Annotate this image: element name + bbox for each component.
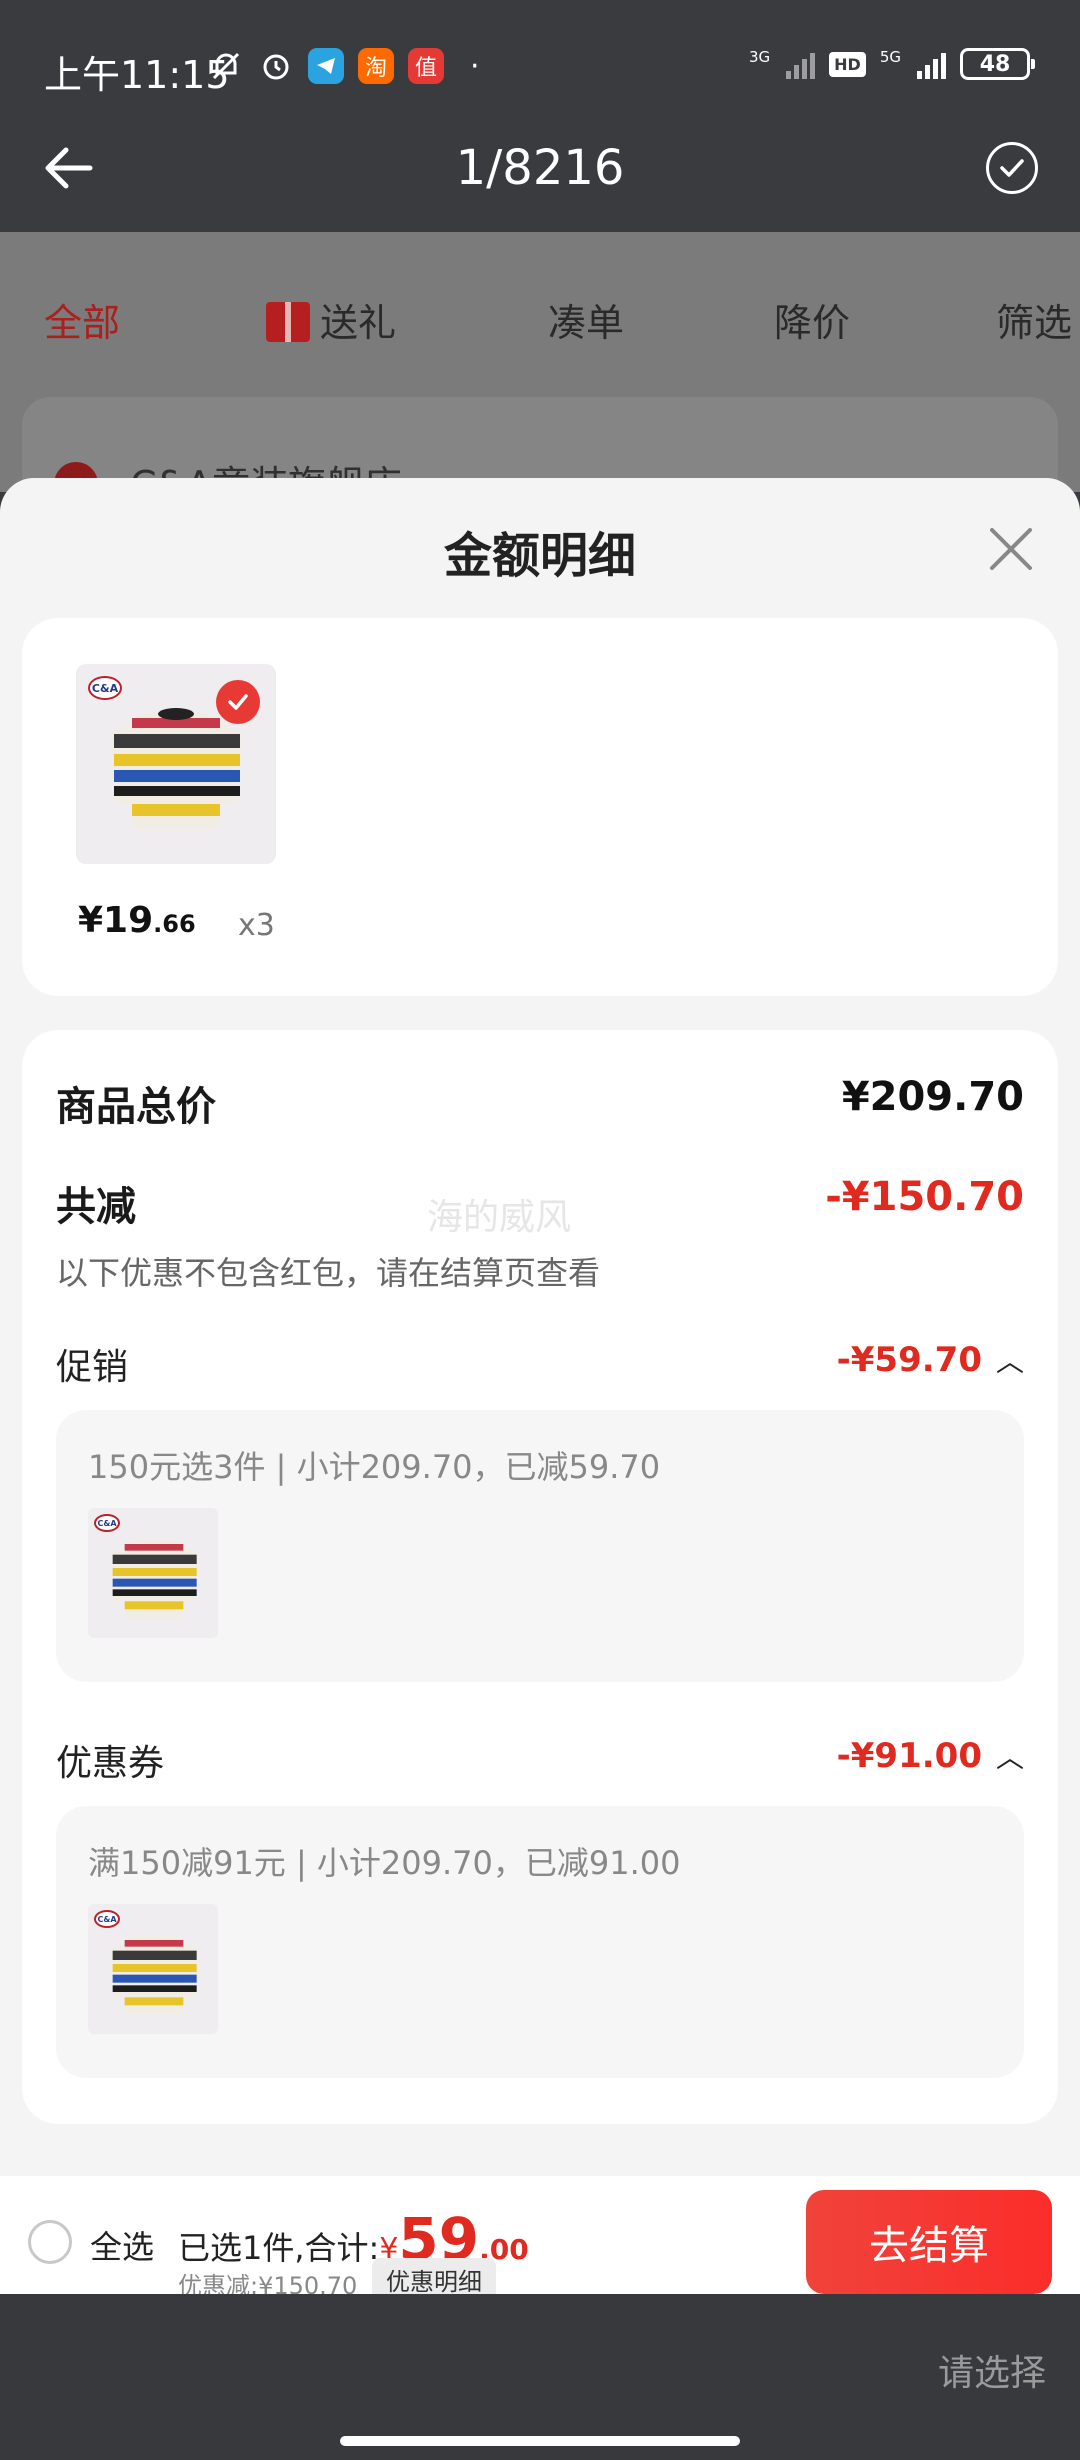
selected-text: 已选1件,合计:: [178, 2229, 380, 2267]
network-5g-label: 5G: [879, 48, 901, 66]
product-image[interactable]: C&A: [76, 664, 276, 864]
coupon-detail: 满150减91元 | 小计209.70，已减91.00: [88, 1844, 681, 1882]
sweater-image: [110, 1936, 198, 2015]
zhi-icon: 值: [408, 48, 444, 84]
promotion-label: 促销: [56, 1347, 129, 1388]
tab-bundle[interactable]: 凑单: [548, 292, 624, 347]
sheet-title: 金额明细: [443, 528, 636, 584]
select-hint[interactable]: 请选择: [938, 2344, 1046, 2396]
checkout-button[interactable]: 去结算: [806, 2190, 1052, 2294]
select-check-icon[interactable]: [986, 142, 1038, 194]
taobao-icon: 淘: [358, 48, 394, 84]
coupon-product-thumb[interactable]: C&A: [88, 1904, 218, 2034]
status-right: 3G HD 5G 48: [748, 48, 1035, 80]
close-icon[interactable]: [986, 524, 1036, 574]
watermark: 海的威风: [427, 1197, 572, 1238]
promotion-product-thumb[interactable]: C&A: [88, 1508, 218, 1638]
tab-gift[interactable]: 送礼: [266, 292, 396, 347]
background-page: 全部 送礼 凑单 降价 筛选 C&A童装旗舰店 ›: [0, 232, 1080, 492]
product-quantity: x3: [238, 908, 275, 943]
tab-gift-label: 送礼: [320, 301, 397, 345]
total-value: ¥209.70: [841, 1074, 1024, 1120]
price-summary-card: 商品总价 ¥209.70 海的威风 共减 -¥150.70 以下优惠不包含红包，…: [22, 1030, 1058, 2124]
sweater-image: [110, 1540, 198, 1619]
promotion-value: -¥59.70: [836, 1340, 982, 1380]
gift-icon: [266, 302, 310, 342]
tab-filter[interactable]: 筛选: [996, 292, 1072, 347]
coupon-label: 优惠券: [56, 1743, 165, 1784]
battery-level: 48: [979, 51, 1011, 77]
price-decimal: .66: [153, 910, 196, 938]
signal-icon: [917, 49, 946, 79]
brand-logo: C&A: [94, 1514, 120, 1532]
status-icons: 淘 值 ·: [208, 48, 480, 84]
signal-icon: [786, 49, 816, 79]
tab-all[interactable]: 全部: [44, 292, 120, 347]
reduce-label: 共减: [56, 1184, 136, 1230]
discount-note: 以下优惠不包含红包，请在结算页查看: [56, 1254, 601, 1292]
coupon-toggle[interactable]: -¥91.00 ︿: [837, 1736, 1024, 1776]
product-price: ¥19.66: [78, 900, 196, 941]
checkout-bar: 全选 已选1件,合计: ¥ 59 .00 优惠减:¥150.70 优惠明细 去结…: [0, 2176, 1080, 2300]
network-3g-label: 3G: [748, 48, 771, 66]
product-card: C&A ¥19.66 x3: [22, 618, 1058, 996]
page-title: 1/8216: [455, 140, 625, 196]
select-all-label[interactable]: 全选: [90, 2222, 154, 2268]
sweater-image: [110, 708, 242, 830]
nav-header: 1/8216: [0, 134, 1080, 232]
brand-logo: C&A: [88, 676, 122, 700]
more-dot-icon: ·: [470, 48, 480, 84]
brand-logo: C&A: [94, 1910, 120, 1928]
filter-tabs: 全部 送礼 凑单 降价 筛选: [0, 292, 1080, 352]
alarm-icon: [258, 48, 294, 84]
chevron-up-icon: ︿: [995, 1741, 1024, 1774]
coupon-detail-box: 满150减91元 | 小计209.70，已减91.00 C&A: [56, 1806, 1024, 2078]
mute-icon: [208, 48, 244, 84]
home-indicator[interactable]: [340, 2436, 740, 2446]
amount-detail-sheet: 金额明细 C&A ¥19.66 x3 商品总价 ¥209.70 海的威风 共减 …: [0, 478, 1080, 2296]
chevron-up-icon: ︿: [995, 1345, 1024, 1378]
promotion-toggle[interactable]: -¥59.70 ︿: [837, 1340, 1024, 1380]
tab-price-drop[interactable]: 降价: [774, 292, 850, 347]
status-time: 上午11:15: [44, 53, 230, 97]
total-label: 商品总价: [56, 1084, 216, 1130]
status-bar: 上午11:15 淘 值 · 3G HD 5G 48: [0, 0, 1080, 134]
selected-check-icon[interactable]: [216, 680, 260, 724]
hd-badge: HD: [829, 51, 866, 77]
telegram-icon: [308, 48, 344, 84]
battery-icon: 48: [960, 48, 1035, 80]
reduce-value: -¥150.70: [825, 1174, 1024, 1220]
select-all-radio[interactable]: [28, 2220, 72, 2264]
price-main: ¥19: [78, 900, 154, 941]
system-bar: 请选择: [0, 2294, 1080, 2460]
promotion-detail-box: 150元选3件 | 小计209.70，已减59.70 C&A: [56, 1410, 1024, 1682]
promotion-detail: 150元选3件 | 小计209.70，已减59.70: [88, 1448, 661, 1486]
coupon-value: -¥91.00: [836, 1736, 982, 1776]
